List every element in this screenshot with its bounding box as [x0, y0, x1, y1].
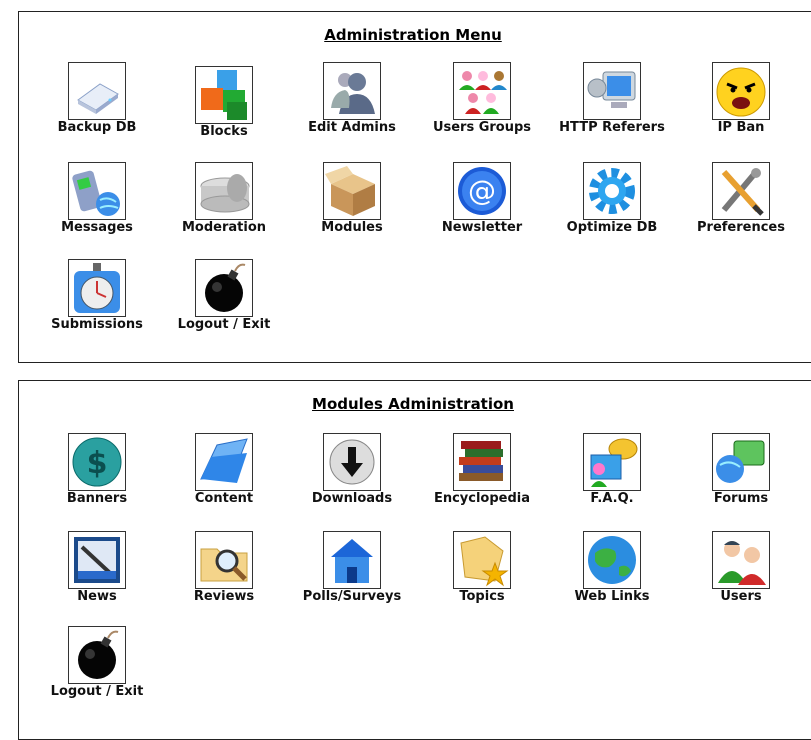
modules-item-label[interactable]: Topics — [417, 589, 547, 605]
modules-item-label[interactable]: Downloads — [287, 491, 417, 507]
admin-item-label[interactable]: Messages — [32, 220, 162, 236]
magnifier-folder-icon[interactable] — [195, 531, 253, 589]
cream-tin-icon[interactable] — [195, 162, 253, 220]
admins-icon[interactable] — [323, 62, 381, 120]
users-icon[interactable] — [712, 531, 770, 589]
modules-item-content[interactable]: Content — [159, 433, 289, 507]
modules-item-label[interactable]: Content — [159, 491, 289, 507]
modules-item-label[interactable]: Logout / Exit — [32, 684, 162, 700]
news-icon[interactable] — [68, 531, 126, 589]
admin-item-label[interactable]: Newsletter — [417, 220, 547, 236]
admin-item-blocks[interactable]: Blocks — [159, 66, 289, 140]
modules-item-label[interactable]: Web Links — [547, 589, 677, 605]
admin-item-label[interactable]: Logout / Exit — [159, 317, 289, 333]
books-icon[interactable] — [453, 433, 511, 491]
modules-item-polls-surveys[interactable]: Polls/Surveys — [287, 531, 417, 605]
phone-globe-icon[interactable] — [68, 162, 126, 220]
blocks-icon[interactable] — [195, 66, 253, 124]
admin-item-label[interactable]: IP Ban — [676, 120, 806, 136]
globe-icon[interactable] — [583, 531, 641, 589]
users-groups-icon[interactable] — [453, 62, 511, 120]
modules-item-users[interactable]: Users — [676, 531, 806, 605]
admin-item-backup-db[interactable]: Backup DB — [32, 62, 162, 136]
admin-item-http-referers[interactable]: HTTP Referers — [547, 62, 677, 136]
admin-item-label[interactable]: Optimize DB — [547, 220, 677, 236]
admin-item-preferences[interactable]: Preferences — [676, 162, 806, 236]
drive-icon[interactable] — [68, 62, 126, 120]
modules-item-label[interactable]: News — [32, 589, 162, 605]
at-sign-icon[interactable]: @ — [453, 162, 511, 220]
admin-item-label[interactable]: Backup DB — [32, 120, 162, 136]
admin-item-logout-exit[interactable]: Logout / Exit — [159, 259, 289, 333]
admin-item-label[interactable]: Modules — [287, 220, 417, 236]
dollar-icon[interactable]: $ — [68, 433, 126, 491]
monitor-icon[interactable] — [583, 62, 641, 120]
modules-item-label[interactable]: Banners — [32, 491, 162, 507]
modules-item-topics[interactable]: Topics — [417, 531, 547, 605]
stopwatch-icon[interactable] — [68, 259, 126, 317]
modules-item-news[interactable]: News — [32, 531, 162, 605]
angry-face-icon[interactable] — [712, 62, 770, 120]
svg-text:$: $ — [87, 446, 108, 481]
svg-text:@: @ — [468, 174, 496, 207]
admin-item-modules[interactable]: Modules — [287, 162, 417, 236]
modules-item-downloads[interactable]: Downloads — [287, 433, 417, 507]
modules-item-reviews[interactable]: Reviews — [159, 531, 289, 605]
admin-item-label[interactable]: Users Groups — [417, 120, 547, 136]
modules-item-banners[interactable]: $ Banners — [32, 433, 162, 507]
modules-item-encyclopedia[interactable]: Encyclopedia — [417, 433, 547, 507]
modules-item-label[interactable]: Users — [676, 589, 806, 605]
modules-item-label[interactable]: F.A.Q. — [547, 491, 677, 507]
administration-menu-panel: Administration Menu Backup DB Blocks Edit … — [18, 11, 811, 363]
admin-item-messages[interactable]: Messages — [32, 162, 162, 236]
admin-item-moderation[interactable]: Moderation — [159, 162, 289, 236]
faq-icon[interactable] — [583, 433, 641, 491]
admin-item-label[interactable]: HTTP Referers — [547, 120, 677, 136]
admin-item-label[interactable]: Edit Admins — [287, 120, 417, 136]
admin-item-edit-admins[interactable]: Edit Admins — [287, 62, 417, 136]
admin-item-submissions[interactable]: Submissions — [32, 259, 162, 333]
gear-icon[interactable] — [583, 162, 641, 220]
admin-item-label[interactable]: Preferences — [676, 220, 806, 236]
admin-item-users-groups[interactable]: Users Groups — [417, 62, 547, 136]
bomb-icon[interactable] — [68, 626, 126, 684]
topics-star-icon[interactable] — [453, 531, 511, 589]
modules-item-web-links[interactable]: Web Links — [547, 531, 677, 605]
folder-icon[interactable] — [195, 433, 253, 491]
download-icon[interactable] — [323, 433, 381, 491]
modules-item-label[interactable]: Encyclopedia — [417, 491, 547, 507]
modules-item-logout-exit[interactable]: Logout / Exit — [32, 626, 162, 700]
administration-menu-title: Administration Menu — [324, 26, 502, 44]
modules-item-f-a-q[interactable]: F.A.Q. — [547, 433, 677, 507]
box-icon[interactable] — [323, 162, 381, 220]
modules-administration-title: Modules Administration — [312, 395, 514, 413]
modules-item-label[interactable]: Reviews — [159, 589, 289, 605]
modules-administration-panel: Modules Administration $ Banners Content Do… — [18, 380, 811, 740]
admin-item-newsletter[interactable]: @ Newsletter — [417, 162, 547, 236]
admin-item-label[interactable]: Blocks — [159, 124, 289, 140]
admin-item-optimize-db[interactable]: Optimize DB — [547, 162, 677, 236]
modules-item-forums[interactable]: Forums — [676, 433, 806, 507]
bomb-icon[interactable] — [195, 259, 253, 317]
tools-icon[interactable] — [712, 162, 770, 220]
house-icon[interactable] — [323, 531, 381, 589]
admin-item-label[interactable]: Moderation — [159, 220, 289, 236]
admin-item-label[interactable]: Submissions — [32, 317, 162, 333]
modules-item-label[interactable]: Forums — [676, 491, 806, 507]
modules-item-label[interactable]: Polls/Surveys — [287, 589, 417, 605]
forums-icon[interactable] — [712, 433, 770, 491]
admin-item-ip-ban[interactable]: IP Ban — [676, 62, 806, 136]
